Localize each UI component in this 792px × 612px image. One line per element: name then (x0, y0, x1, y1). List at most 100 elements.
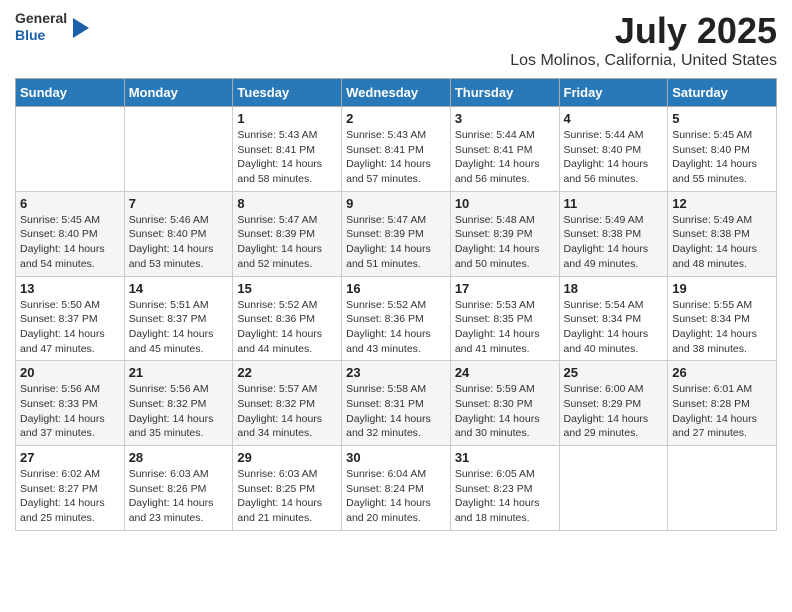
calendar-cell: 25 Sunrise: 6:00 AM Sunset: 8:29 PM Dayli… (559, 361, 668, 446)
day-info: Sunrise: 5:59 AM Sunset: 8:30 PM Dayligh… (455, 382, 555, 441)
day-number: 27 (20, 450, 120, 465)
calendar-cell: 4 Sunrise: 5:44 AM Sunset: 8:40 PM Daylig… (559, 107, 668, 192)
day-number: 7 (129, 196, 229, 211)
day-info: Sunrise: 5:43 AM Sunset: 8:41 PM Dayligh… (237, 128, 337, 187)
day-number: 28 (129, 450, 229, 465)
calendar-cell: 22Sunrise: 5:57 AM Sunset: 8:32 PM Dayli… (233, 361, 342, 446)
day-number: 21 (129, 365, 229, 380)
day-number: 26 (672, 365, 772, 380)
day-of-week-header: Sunday (16, 79, 125, 107)
calendar-cell: 12Sunrise: 5:49 AM Sunset: 8:38 PM Dayli… (668, 191, 777, 276)
day-of-week-header: Wednesday (342, 79, 451, 107)
calendar-cell: 18 Sunrise: 5:54 AM Sunset: 8:34 PM Dayli… (559, 276, 668, 361)
day-info: Sunrise: 6:03 AM Sunset: 8:26 PM Dayligh… (129, 467, 229, 526)
logo-line2: Blue (15, 27, 67, 44)
day-info: Sunrise: 5:49 AM Sunset: 8:38 PM Dayligh… (564, 213, 664, 272)
calendar-cell: 15 Sunrise: 5:52 AM Sunset: 8:36 PM Dayli… (233, 276, 342, 361)
calendar-cell (668, 446, 777, 531)
day-info: Sunrise: 6:01 AM Sunset: 8:28 PM Dayligh… (672, 382, 772, 441)
day-info: Sunrise: 5:45 AM Sunset: 8:40 PM Dayligh… (20, 213, 120, 272)
day-number: 29 (237, 450, 337, 465)
day-number: 18 (564, 281, 664, 296)
day-of-week-header: Thursday (450, 79, 559, 107)
day-info: Sunrise: 5:47 AM Sunset: 8:39 PM Dayligh… (346, 213, 446, 272)
day-info: Sunrise: 5:48 AM Sunset: 8:39 PM Dayligh… (455, 213, 555, 272)
day-number: 15 (237, 281, 337, 296)
day-info: Sunrise: 5:44 AM Sunset: 8:41 PM Dayligh… (455, 128, 555, 187)
calendar-cell: 26 Sunrise: 6:01 AM Sunset: 8:28 PM Dayli… (668, 361, 777, 446)
calendar-week-row: 20 Sunrise: 5:56 AM Sunset: 8:33 PM Dayli… (16, 361, 777, 446)
calendar-cell: 9 Sunrise: 5:47 AM Sunset: 8:39 PM Daylig… (342, 191, 451, 276)
title-section: July 2025 Los Molinos, California, Unite… (510, 10, 777, 70)
logo-line1: General (15, 10, 67, 27)
day-number: 5 (672, 111, 772, 126)
day-info: Sunrise: 5:54 AM Sunset: 8:34 PM Dayligh… (564, 298, 664, 357)
calendar-week-row: 13Sunrise: 5:50 AM Sunset: 8:37 PM Dayli… (16, 276, 777, 361)
calendar-cell: 13Sunrise: 5:50 AM Sunset: 8:37 PM Dayli… (16, 276, 125, 361)
day-number: 4 (564, 111, 664, 126)
calendar-cell: 17 Sunrise: 5:53 AM Sunset: 8:35 PM Dayli… (450, 276, 559, 361)
calendar-week-row: 6 Sunrise: 5:45 AM Sunset: 8:40 PM Daylig… (16, 191, 777, 276)
day-number: 11 (564, 196, 664, 211)
day-info: Sunrise: 5:47 AM Sunset: 8:39 PM Dayligh… (237, 213, 337, 272)
calendar-cell (559, 446, 668, 531)
day-info: Sunrise: 5:44 AM Sunset: 8:40 PM Dayligh… (564, 128, 664, 187)
calendar-week-row: 1 Sunrise: 5:43 AM Sunset: 8:41 PM Daylig… (16, 107, 777, 192)
day-number: 3 (455, 111, 555, 126)
calendar-cell (124, 107, 233, 192)
day-number: 14 (129, 281, 229, 296)
day-info: Sunrise: 5:52 AM Sunset: 8:36 PM Dayligh… (237, 298, 337, 357)
calendar-cell: 24Sunrise: 5:59 AM Sunset: 8:30 PM Dayli… (450, 361, 559, 446)
day-number: 1 (237, 111, 337, 126)
day-number: 10 (455, 196, 555, 211)
day-info: Sunrise: 5:57 AM Sunset: 8:32 PM Dayligh… (237, 382, 337, 441)
day-info: Sunrise: 5:45 AM Sunset: 8:40 PM Dayligh… (672, 128, 772, 187)
calendar-cell: 2 Sunrise: 5:43 AM Sunset: 8:41 PM Daylig… (342, 107, 451, 192)
day-number: 20 (20, 365, 120, 380)
calendar-cell: 5 Sunrise: 5:45 AM Sunset: 8:40 PM Daylig… (668, 107, 777, 192)
logo: General Blue (15, 10, 89, 44)
day-of-week-header: Tuesday (233, 79, 342, 107)
calendar-cell: 20 Sunrise: 5:56 AM Sunset: 8:33 PM Dayli… (16, 361, 125, 446)
day-number: 16 (346, 281, 446, 296)
day-number: 17 (455, 281, 555, 296)
day-number: 2 (346, 111, 446, 126)
day-info: Sunrise: 5:43 AM Sunset: 8:41 PM Dayligh… (346, 128, 446, 187)
calendar-week-row: 27 Sunrise: 6:02 AM Sunset: 8:27 PM Dayli… (16, 446, 777, 531)
calendar-cell: 8 Sunrise: 5:47 AM Sunset: 8:39 PM Daylig… (233, 191, 342, 276)
day-info: Sunrise: 5:56 AM Sunset: 8:33 PM Dayligh… (20, 382, 120, 441)
calendar-cell: 31Sunrise: 6:05 AM Sunset: 8:23 PM Dayli… (450, 446, 559, 531)
day-of-week-header: Friday (559, 79, 668, 107)
day-info: Sunrise: 5:55 AM Sunset: 8:34 PM Dayligh… (672, 298, 772, 357)
day-number: 19 (672, 281, 772, 296)
calendar-cell: 10 Sunrise: 5:48 AM Sunset: 8:39 PM Dayli… (450, 191, 559, 276)
calendar-cell: 28 Sunrise: 6:03 AM Sunset: 8:26 PM Dayli… (124, 446, 233, 531)
calendar-cell: 14 Sunrise: 5:51 AM Sunset: 8:37 PM Dayli… (124, 276, 233, 361)
calendar-cell (16, 107, 125, 192)
calendar-header-row: SundayMondayTuesdayWednesdayThursdayFrid… (16, 79, 777, 107)
day-info: Sunrise: 5:51 AM Sunset: 8:37 PM Dayligh… (129, 298, 229, 357)
calendar-cell: 27 Sunrise: 6:02 AM Sunset: 8:27 PM Dayli… (16, 446, 125, 531)
day-info: Sunrise: 5:46 AM Sunset: 8:40 PM Dayligh… (129, 213, 229, 272)
day-info: Sunrise: 6:00 AM Sunset: 8:29 PM Dayligh… (564, 382, 664, 441)
calendar-cell: 16Sunrise: 5:52 AM Sunset: 8:36 PM Dayli… (342, 276, 451, 361)
day-number: 12 (672, 196, 772, 211)
page-header: General Blue July 2025 Los Molinos, Cali… (15, 10, 777, 70)
day-info: Sunrise: 6:05 AM Sunset: 8:23 PM Dayligh… (455, 467, 555, 526)
page-title: July 2025 (510, 10, 777, 52)
day-info: Sunrise: 5:53 AM Sunset: 8:35 PM Dayligh… (455, 298, 555, 357)
day-info: Sunrise: 5:50 AM Sunset: 8:37 PM Dayligh… (20, 298, 120, 357)
calendar-cell: 7 Sunrise: 5:46 AM Sunset: 8:40 PM Daylig… (124, 191, 233, 276)
day-number: 25 (564, 365, 664, 380)
day-info: Sunrise: 6:03 AM Sunset: 8:25 PM Dayligh… (237, 467, 337, 526)
day-number: 6 (20, 196, 120, 211)
day-info: Sunrise: 6:02 AM Sunset: 8:27 PM Dayligh… (20, 467, 120, 526)
logo-arrow-icon (73, 18, 89, 38)
calendar-cell: 11 Sunrise: 5:49 AM Sunset: 8:38 PM Dayli… (559, 191, 668, 276)
day-number: 8 (237, 196, 337, 211)
day-number: 9 (346, 196, 446, 211)
page-subtitle: Los Molinos, California, United States (510, 52, 777, 70)
day-number: 23 (346, 365, 446, 380)
calendar-cell: 6 Sunrise: 5:45 AM Sunset: 8:40 PM Daylig… (16, 191, 125, 276)
day-of-week-header: Saturday (668, 79, 777, 107)
